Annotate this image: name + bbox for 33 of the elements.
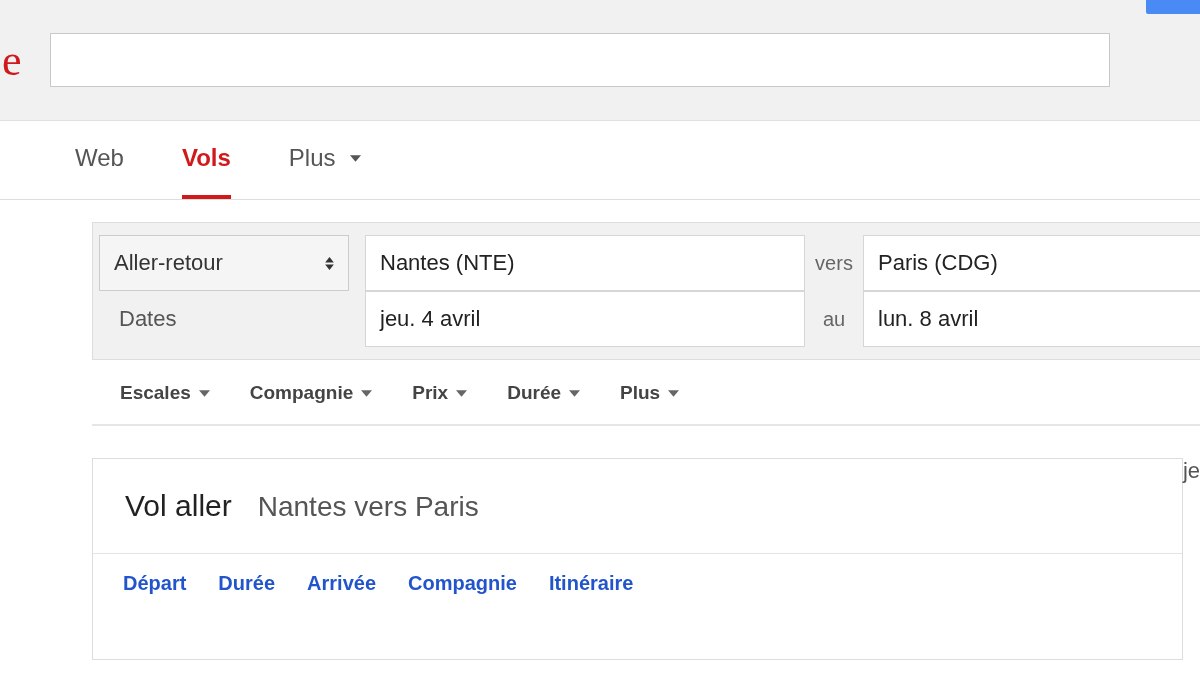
departure-date-field[interactable]: jeu. 4 avril	[365, 291, 805, 347]
return-date-field[interactable]: lun. 8 avril	[863, 291, 1200, 347]
caret-icon	[361, 389, 373, 397]
column-header[interactable]: Durée	[218, 572, 276, 595]
caret-icon	[569, 389, 581, 397]
filter-dropdown[interactable]: Escales	[120, 382, 210, 404]
tab[interactable]: Web	[75, 121, 124, 199]
dates-label: Dates	[118, 305, 178, 333]
caret-icon	[349, 154, 361, 162]
caret-icon	[668, 389, 680, 397]
results-title: Vol aller	[125, 489, 232, 523]
updown-icon	[325, 256, 334, 270]
caret-icon	[198, 389, 210, 397]
filter-dropdown[interactable]: Compagnie	[249, 382, 373, 404]
column-header[interactable]: Compagnie	[408, 572, 517, 595]
filter-dropdown[interactable]: Plus	[620, 382, 680, 404]
route-subtitle: Nantes vers Paris	[257, 491, 479, 523]
column-header[interactable]: Départ	[123, 572, 187, 595]
search-field[interactable]	[49, 33, 1110, 87]
tab[interactable]: Vols	[181, 121, 231, 199]
destination-field[interactable]: Paris (CDG)	[863, 235, 1200, 291]
origin-field[interactable]: Nantes (NTE)	[365, 235, 805, 291]
tab[interactable]: Plus	[288, 121, 361, 199]
trip-type-select[interactable]: Aller-retour	[99, 235, 349, 291]
filter-dropdown[interactable]: Durée	[507, 382, 581, 404]
column-header[interactable]: Arrivée	[307, 572, 376, 595]
column-header[interactable]: Itinéraire	[548, 572, 634, 595]
to-label: vers	[814, 250, 854, 276]
until-label: au	[821, 306, 847, 332]
logo-letter: e	[2, 34, 22, 86]
caret-icon	[456, 389, 468, 397]
filter-dropdown[interactable]: Prix	[412, 382, 468, 404]
side-text: je	[1182, 458, 1200, 485]
